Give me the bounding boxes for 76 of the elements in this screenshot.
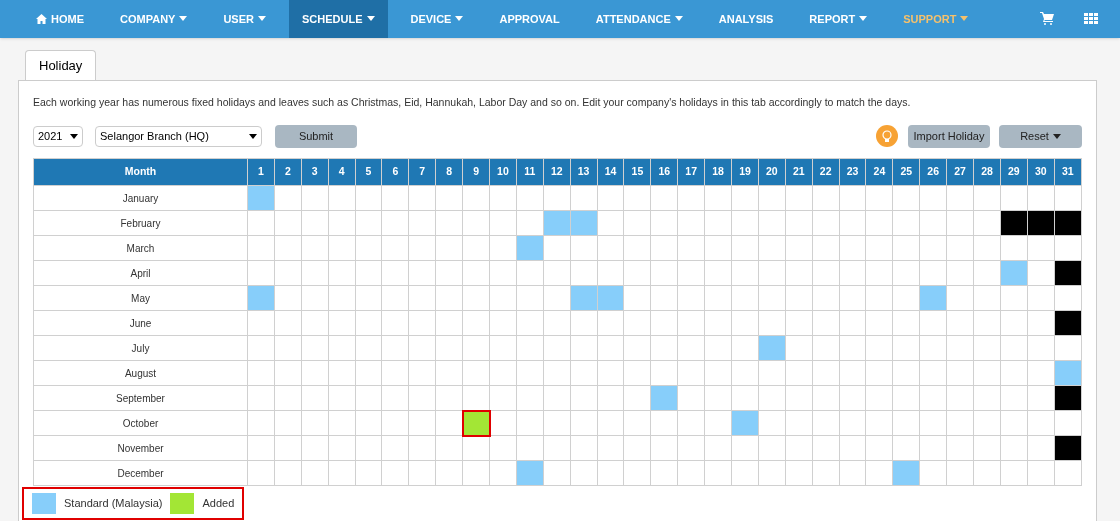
submit-button[interactable]: Submit (275, 124, 357, 148)
caret-icon (258, 16, 266, 22)
lightbulb-icon[interactable] (876, 125, 898, 147)
column-header: 6 (381, 158, 409, 186)
caret-icon (1052, 133, 1061, 139)
month-cell: April (33, 260, 248, 286)
column-header: 21 (785, 158, 813, 186)
month-cell: August (33, 360, 248, 386)
column-header: 17 (677, 158, 705, 186)
month-cell: January (33, 185, 248, 211)
branch-select[interactable]: Selangor Branch (HQ) (95, 125, 262, 147)
month-cell: May (33, 285, 248, 311)
nav-item[interactable]: SUPPORT (890, 0, 982, 38)
nav-item[interactable]: APPROVAL (486, 0, 573, 38)
nav-item[interactable]: REPORT (796, 0, 881, 38)
added-holiday-cell[interactable] (462, 410, 490, 436)
nav-item[interactable]: ANALYSIS (705, 0, 787, 38)
column-header: 27 (946, 158, 974, 186)
nav-item[interactable]: COMPANY (107, 0, 201, 38)
month-cell: June (33, 310, 248, 336)
column-header: 5 (355, 158, 382, 186)
caret-icon (960, 16, 969, 22)
nav-item[interactable]: USER (210, 0, 279, 38)
nav-item[interactable]: HOME (23, 0, 97, 38)
month-cell: November (33, 435, 248, 461)
caret-icon (366, 16, 375, 22)
nav-item[interactable]: ATTENDANCE (582, 0, 696, 38)
column-header: 9 (462, 158, 490, 186)
month-cell: September (33, 385, 248, 411)
home-icon (36, 13, 47, 24)
caret-icon (179, 16, 188, 22)
import-holiday-button[interactable]: Import Holiday (908, 124, 990, 148)
column-header: 1 (247, 158, 275, 186)
holiday-tab[interactable]: Holiday (25, 49, 97, 82)
column-header: 30 (1027, 158, 1055, 186)
caret-icon (70, 133, 78, 139)
month-cell: February (33, 210, 248, 236)
month-cell: March (33, 235, 248, 261)
month-cell: December (33, 460, 248, 486)
column-header: 2 (274, 158, 302, 186)
column-header: 24 (866, 158, 893, 186)
column-header: 12 (543, 158, 571, 186)
column-header: 3 (301, 158, 329, 186)
column-header: 10 (489, 158, 517, 186)
column-header: 14 (597, 158, 624, 186)
column-header: 18 (704, 158, 732, 186)
column-header: 23 (839, 158, 866, 186)
legend-label: Added (202, 496, 235, 512)
month-cell: July (33, 335, 248, 361)
column-header: 4 (328, 158, 356, 186)
column-header: 22 (812, 158, 840, 186)
column-header: 7 (408, 158, 436, 186)
column-header: 29 (1000, 158, 1028, 186)
column-header: 25 (892, 158, 920, 186)
reset-button[interactable]: Reset (999, 124, 1082, 148)
column-header: 8 (435, 158, 463, 186)
column-header: 19 (731, 158, 759, 186)
column-header: 16 (650, 158, 678, 186)
year-select[interactable]: 2021 (33, 125, 83, 147)
caret-icon (859, 16, 868, 22)
column-header: 28 (973, 158, 1001, 186)
column-header: Month (33, 158, 248, 186)
month-cell: October (33, 410, 248, 436)
column-header: 13 (570, 158, 598, 186)
column-header: 26 (919, 158, 947, 186)
column-header: 11 (516, 158, 544, 186)
column-header: 20 (758, 158, 786, 186)
nav-item[interactable]: DEVICE (397, 0, 477, 38)
column-header: 31 (1054, 158, 1082, 186)
caret-icon (249, 133, 257, 139)
caret-icon (455, 16, 464, 22)
legend-label: Standard (Malaysia) (64, 496, 163, 512)
caret-icon (674, 16, 683, 22)
nav-item[interactable]: SCHEDULE (289, 0, 388, 38)
column-header: 15 (623, 158, 651, 186)
description-text: Each working year has numerous fixed holidays and leaves such as Christmas, Eid, Hannukah, Labor Day and so on. Edit your company's holidays in this tab accordingly to match the days. (33, 95, 912, 111)
